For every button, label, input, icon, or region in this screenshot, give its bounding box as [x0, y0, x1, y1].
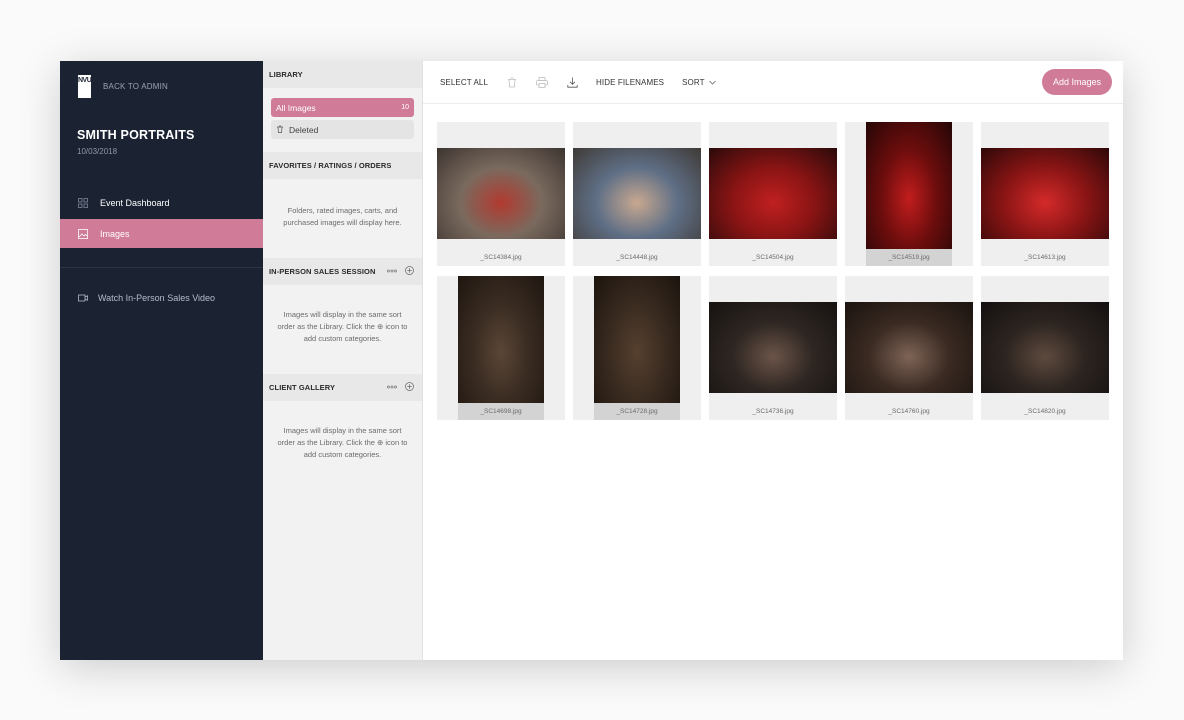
trash-icon[interactable] [506, 76, 518, 88]
in-person-sales-header: IN-PERSON SALES SESSION [263, 258, 422, 285]
sidebar-item-event-dashboard[interactable]: Event Dashboard [60, 188, 263, 217]
library-item-label: Deleted [289, 124, 319, 135]
image-tile[interactable]: _SC14613.jpg [981, 122, 1109, 266]
image-tile[interactable]: _SC14698.jpg [437, 276, 565, 420]
section-actions [387, 382, 414, 393]
image-tile[interactable]: _SC14760.jpg [845, 276, 973, 420]
image-filename: _SC14613.jpg [1024, 254, 1066, 261]
image-thumbnail [709, 148, 837, 239]
image-thumbnail [458, 276, 544, 403]
section-actions [387, 266, 414, 277]
image-filename: _SC14504.jpg [752, 254, 794, 261]
more-icon[interactable] [387, 383, 397, 392]
library-title: LIBRARY [269, 70, 303, 79]
logo-text: NVU [78, 77, 92, 84]
sidebar-item-label: Event Dashboard [100, 197, 170, 208]
image-filename: _SC14698.jpg [458, 403, 544, 420]
image-filename: _SC14760.jpg [888, 408, 930, 415]
image-filename: _SC14519.jpg [866, 249, 952, 266]
image-icon [78, 228, 88, 239]
watch-video-label: Watch In-Person Sales Video [98, 293, 216, 303]
image-tile[interactable]: _SC14519.jpg [845, 122, 973, 266]
library-header: LIBRARY [263, 61, 422, 88]
logo-row: NVU BACK TO ADMIN [78, 75, 168, 98]
image-thumbnail [981, 302, 1109, 393]
toolbar: SELECT ALL HIDE FILENAMES SORT Add Image… [423, 61, 1123, 104]
watch-video-link[interactable]: Watch In-Person Sales Video [78, 293, 215, 303]
logo: NVU [78, 75, 92, 98]
favorites-title: FAVORITES / RATINGS / ORDERS [269, 161, 392, 170]
add-category-icon[interactable] [405, 266, 414, 277]
in-person-empty-message: Images will display in the same sort ord… [263, 285, 422, 374]
image-filename: _SC14448.jpg [616, 254, 658, 261]
trash-icon [276, 125, 284, 135]
favorites-empty-message: Folders, rated images, carts, and purcha… [263, 179, 422, 258]
event-title: SMITH PORTRAITS [77, 128, 195, 142]
sidebar-divider [60, 267, 263, 268]
library-item-label-wrap: Deleted [276, 125, 318, 135]
add-category-icon[interactable] [405, 382, 414, 393]
image-thumbnail [866, 122, 952, 249]
library-item-label: All Images [276, 102, 316, 113]
image-thumbnail [594, 276, 680, 403]
image-tile[interactable]: _SC14736.jpg [709, 276, 837, 420]
library-panel: LIBRARY All Images 10 Deleted FAVORITES … [263, 61, 423, 660]
library-item-all-images[interactable]: All Images 10 [271, 98, 414, 117]
favorites-header: FAVORITES / RATINGS / ORDERS [263, 152, 422, 179]
video-icon [78, 293, 88, 303]
image-filename: _SC14384.jpg [480, 254, 522, 261]
library-item-deleted[interactable]: Deleted [271, 120, 414, 139]
back-to-admin-link[interactable]: BACK TO ADMIN [103, 82, 168, 91]
in-person-sales-title: IN-PERSON SALES SESSION [269, 267, 376, 276]
more-icon[interactable] [387, 267, 397, 276]
sidebar-item-label: Images [100, 228, 130, 239]
image-filename: _SC14820.jpg [1024, 408, 1066, 415]
image-thumbnail [845, 302, 973, 393]
library-list: All Images 10 Deleted [263, 88, 422, 152]
image-filename: _SC14728.jpg [594, 403, 680, 420]
hide-filenames-button[interactable]: HIDE FILENAMES [596, 78, 664, 87]
image-tile[interactable]: _SC14384.jpg [437, 122, 565, 266]
image-thumbnail [981, 148, 1109, 239]
image-thumbnail [437, 148, 565, 239]
image-thumbnail [573, 148, 701, 239]
download-icon[interactable] [566, 76, 578, 88]
chevron-down-icon [708, 78, 716, 87]
sidebar-item-images[interactable]: Images [60, 219, 263, 248]
event-date: 10/03/2018 [77, 147, 118, 156]
image-tile[interactable]: _SC14820.jpg [981, 276, 1109, 420]
sidebar-nav: Event Dashboard Images [60, 188, 263, 250]
print-icon[interactable] [536, 76, 548, 88]
image-tile[interactable]: _SC14728.jpg [573, 276, 701, 420]
image-grid: _SC14384.jpg _SC14448.jpg _SC14504.jpg _SC1… [437, 122, 1109, 420]
sidebar: NVU BACK TO ADMIN SMITH PORTRAITS 10/03/… [60, 61, 263, 660]
main-content: SELECT ALL HIDE FILENAMES SORT Add Image… [423, 61, 1123, 660]
client-gallery-header: CLIENT GALLERY [263, 374, 422, 401]
image-count-badge: 10 [401, 104, 409, 111]
select-all-button[interactable]: SELECT ALL [440, 78, 488, 87]
grid-icon [78, 197, 88, 208]
client-gallery-empty-message: Images will display in the same sort ord… [263, 401, 422, 481]
sort-dropdown[interactable]: SORT [682, 77, 716, 87]
client-gallery-title: CLIENT GALLERY [269, 383, 336, 392]
image-thumbnail [709, 302, 837, 393]
screen: NVU BACK TO ADMIN SMITH PORTRAITS 10/03/… [0, 0, 1184, 720]
sort-label: SORT [682, 77, 705, 87]
image-tile[interactable]: _SC14448.jpg [573, 122, 701, 266]
add-images-button[interactable]: Add Images [1042, 69, 1112, 95]
image-tile[interactable]: _SC14504.jpg [709, 122, 837, 266]
app-window: NVU BACK TO ADMIN SMITH PORTRAITS 10/03/… [60, 61, 1123, 660]
image-filename: _SC14736.jpg [752, 408, 794, 415]
